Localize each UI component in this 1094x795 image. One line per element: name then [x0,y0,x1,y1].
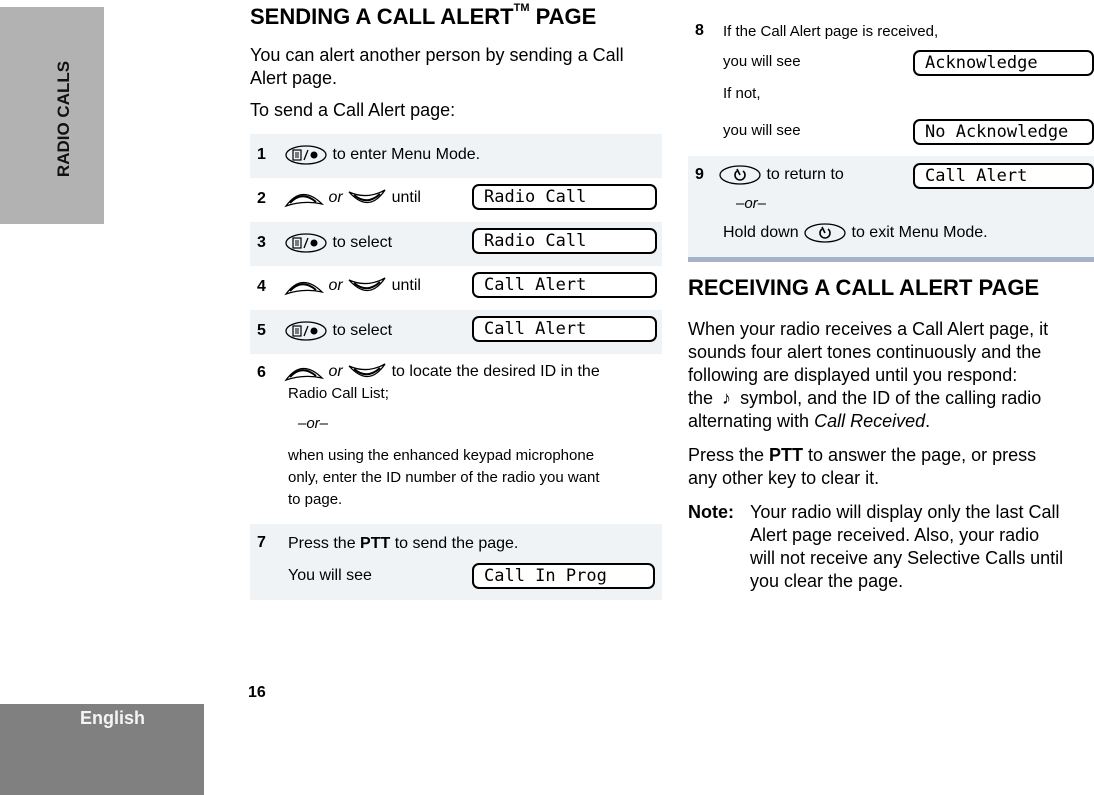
section-divider [688,257,1094,262]
step-text: to return to [766,166,844,184]
music-note-icon: ♪ [722,388,732,408]
step-number: 1 [257,146,266,163]
step-text: until [391,189,421,207]
step-row: 3 to select Radio Call [250,222,662,266]
down-key-icon [348,189,387,204]
text-fragment: . [925,411,931,431]
menu-select-key-icon [285,145,327,165]
step-number: 9 [695,166,704,183]
radio-display: Call Alert [472,272,657,298]
step-text: when using the enhanced keypad microphon… [288,447,595,464]
step-text: Hold down [723,224,799,242]
step-number: 4 [257,278,266,295]
step-number: 8 [695,22,704,39]
menu-select-key-icon [285,321,327,341]
sending-heading-text: SENDING A CALL ALERT [250,4,514,29]
sending-heading-suffix: PAGE [529,4,597,29]
sending-lead: To send a Call Alert page: [250,100,456,120]
text-line: Your radio will display only the last Ca… [750,502,1060,522]
language-tab-label: English [80,708,146,728]
language-tab: English [0,704,204,795]
text-fragment: to answer the page, or press [803,445,1037,465]
text-line: alternating with Call Received. [688,410,1094,433]
down-key-icon [348,277,387,292]
down-key-icon [348,363,387,378]
ptt-label: PTT [769,445,804,465]
step-number: 2 [257,190,266,207]
step-text: you will see [723,122,801,139]
step-text: until [391,277,421,295]
step-row: 4 or until Call Alert [250,266,662,310]
trademark: TM [513,2,530,14]
radio-display: Call Alert [472,316,657,342]
step-number: 3 [257,234,266,251]
step-text: to select [332,322,393,340]
step-text: to exit Menu Mode. [851,224,988,242]
sending-heading: SENDING A CALL ALERTTM PAGE [250,2,597,30]
step-text: only, enter the ID number of the radio y… [288,469,600,486]
text-line: will not receive any Selective Calls unt… [750,548,1064,568]
step-row: 8 If the Call Alert page is received, yo… [688,10,1094,156]
step-text: to send the page. [390,535,519,552]
receiving-action: Press the PTT to answer the page, or pre… [688,444,1094,490]
menu-select-key-icon [285,233,327,253]
step-row: 5 to select Call Alert [250,310,662,354]
radio-display: Radio Call [472,184,657,210]
text-fragment: Press the [688,445,770,465]
text-fragment: symbol, and the ID of the calling radio [740,388,1042,408]
step-row: 6 or to locate the desired ID in the Rad… [250,354,662,524]
or-separator: –or– [298,415,329,432]
note-label: Note: [688,502,734,522]
home-exit-key-icon [804,223,846,243]
sending-intro: You can alert another person by sending … [250,45,624,88]
step-row: 1 to enter Menu Mode. [250,134,662,178]
text-line: Alert page received. Also, your radio [750,525,1040,545]
text-line: following are displayed until you respon… [688,365,1018,385]
step-text: you will see [723,53,801,70]
step-number: 6 [257,364,266,381]
or-text: or [328,277,343,295]
step-number: 5 [257,322,266,339]
step-number: 7 [257,534,266,551]
section-tab: RADIO CALLS [0,7,104,224]
text-line: sounds four alert tones continuously and… [688,342,1042,362]
or-text: or [328,363,343,381]
step-text: Press the [288,535,361,552]
radio-display: No Acknowledge [913,119,1094,145]
home-exit-key-icon [719,165,761,185]
up-key-icon [285,193,323,207]
radio-display: Acknowledge [913,50,1094,76]
text-line: the ♪ symbol, and the ID of the calling … [688,387,1094,410]
step-text: to enter Menu Mode. [332,146,481,164]
step-text: If the Call Alert page is received, [723,23,939,40]
call-received-text: Call Received [814,411,926,431]
or-text: or [328,189,343,207]
text-fragment: the [688,388,714,408]
section-tab-label: RADIO CALLS [54,60,73,178]
step-text: to page. [288,491,343,508]
text-line: When your radio receives a Call Alert pa… [688,319,1049,339]
step-text: to locate the desired ID in the [391,363,600,381]
radio-display: Radio Call [472,228,657,254]
text-line: Press the PTT to answer the page, or pre… [688,444,1094,467]
text-line: any other key to clear it. [688,468,880,488]
receiving-paragraph: When your radio receives a Call Alert pa… [688,318,1094,433]
up-key-icon [285,367,323,381]
radio-display: Call In Prog [472,563,655,589]
text-line: you clear the page. [750,571,904,591]
receiving-heading: RECEIVING A CALL ALERT PAGE [688,275,1040,300]
ptt-label: PTT [360,535,391,552]
or-separator: –or– [736,195,767,212]
up-key-icon [285,281,323,295]
text-fragment: alternating with [688,411,815,431]
radio-display: Call Alert [913,163,1094,189]
step-row: 2 or until Radio Call [250,178,662,222]
step-text: You will see [288,567,372,584]
step-text: Radio Call List; [288,385,389,402]
page-number: 16 [248,684,266,701]
step-row: 7 Press the PTT to send the page. You wi… [250,524,662,600]
step-text: If not, [723,85,761,102]
step-row: 9 to return to Call Alert –or– Hold down… [688,156,1094,257]
step-text: to select [332,234,393,252]
